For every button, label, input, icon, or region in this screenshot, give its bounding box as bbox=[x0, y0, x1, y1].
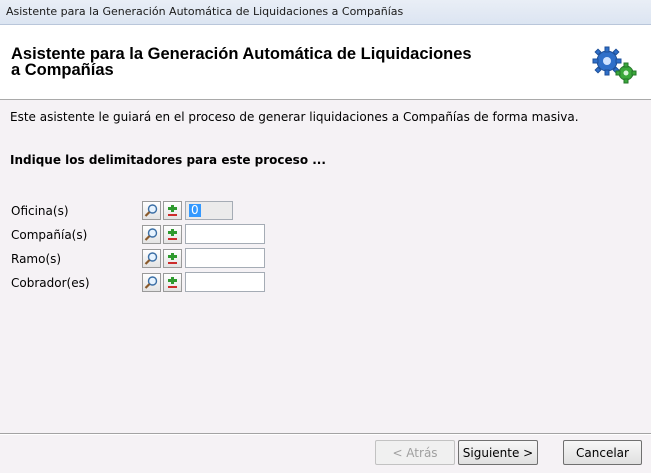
back-button[interactable]: < Atrás bbox=[375, 440, 455, 465]
companias-label: Compañía(s) bbox=[11, 228, 88, 242]
ramos-add-button[interactable] bbox=[163, 249, 182, 268]
magnifier-icon bbox=[144, 204, 158, 217]
companias-input[interactable] bbox=[185, 224, 265, 244]
oficinas-value: 0 bbox=[189, 203, 201, 217]
next-button[interactable]: Siguiente > bbox=[458, 440, 538, 465]
oficinas-add-button[interactable] bbox=[163, 201, 182, 220]
ramos-label: Ramo(s) bbox=[11, 252, 62, 266]
add-plus-icon bbox=[168, 205, 177, 216]
magnifier-icon bbox=[144, 252, 158, 265]
wizard-title-line1: Asistente para la Generación Automática … bbox=[11, 45, 472, 63]
wizard-title-line2: a Compañías bbox=[11, 61, 114, 79]
ramos-search-button[interactable] bbox=[142, 249, 161, 268]
ramos-input[interactable] bbox=[185, 248, 265, 268]
oficinas-search-button[interactable] bbox=[142, 201, 161, 220]
wizard-header: Asistente para la Generación Automática … bbox=[0, 25, 651, 100]
wizard-title: Asistente para la Generación Automática … bbox=[11, 45, 481, 79]
oficinas-field[interactable]: 0 bbox=[185, 201, 233, 220]
cobradores-input[interactable] bbox=[185, 272, 265, 292]
add-plus-icon bbox=[168, 277, 177, 288]
cancel-button[interactable]: Cancelar bbox=[563, 440, 642, 465]
add-plus-icon bbox=[168, 253, 177, 264]
intro-text: Este asistente le guiará en el proceso d… bbox=[10, 110, 579, 124]
window-titlebar: Asistente para la Generación Automática … bbox=[0, 0, 651, 25]
window-title: Asistente para la Generación Automática … bbox=[6, 5, 404, 18]
companias-add-button[interactable] bbox=[163, 225, 182, 244]
footer-divider-highlight bbox=[0, 434, 651, 435]
magnifier-icon bbox=[144, 276, 158, 289]
cobradores-add-button[interactable] bbox=[163, 273, 182, 292]
gears-icon bbox=[592, 46, 637, 84]
companias-search-button[interactable] bbox=[142, 225, 161, 244]
add-plus-icon bbox=[168, 229, 177, 240]
magnifier-icon bbox=[144, 228, 158, 241]
prompt-text: Indique los delimitadores para este proc… bbox=[10, 153, 326, 167]
cobradores-label: Cobrador(es) bbox=[11, 276, 90, 290]
oficinas-label: Oficina(s) bbox=[11, 204, 69, 218]
cobradores-search-button[interactable] bbox=[142, 273, 161, 292]
